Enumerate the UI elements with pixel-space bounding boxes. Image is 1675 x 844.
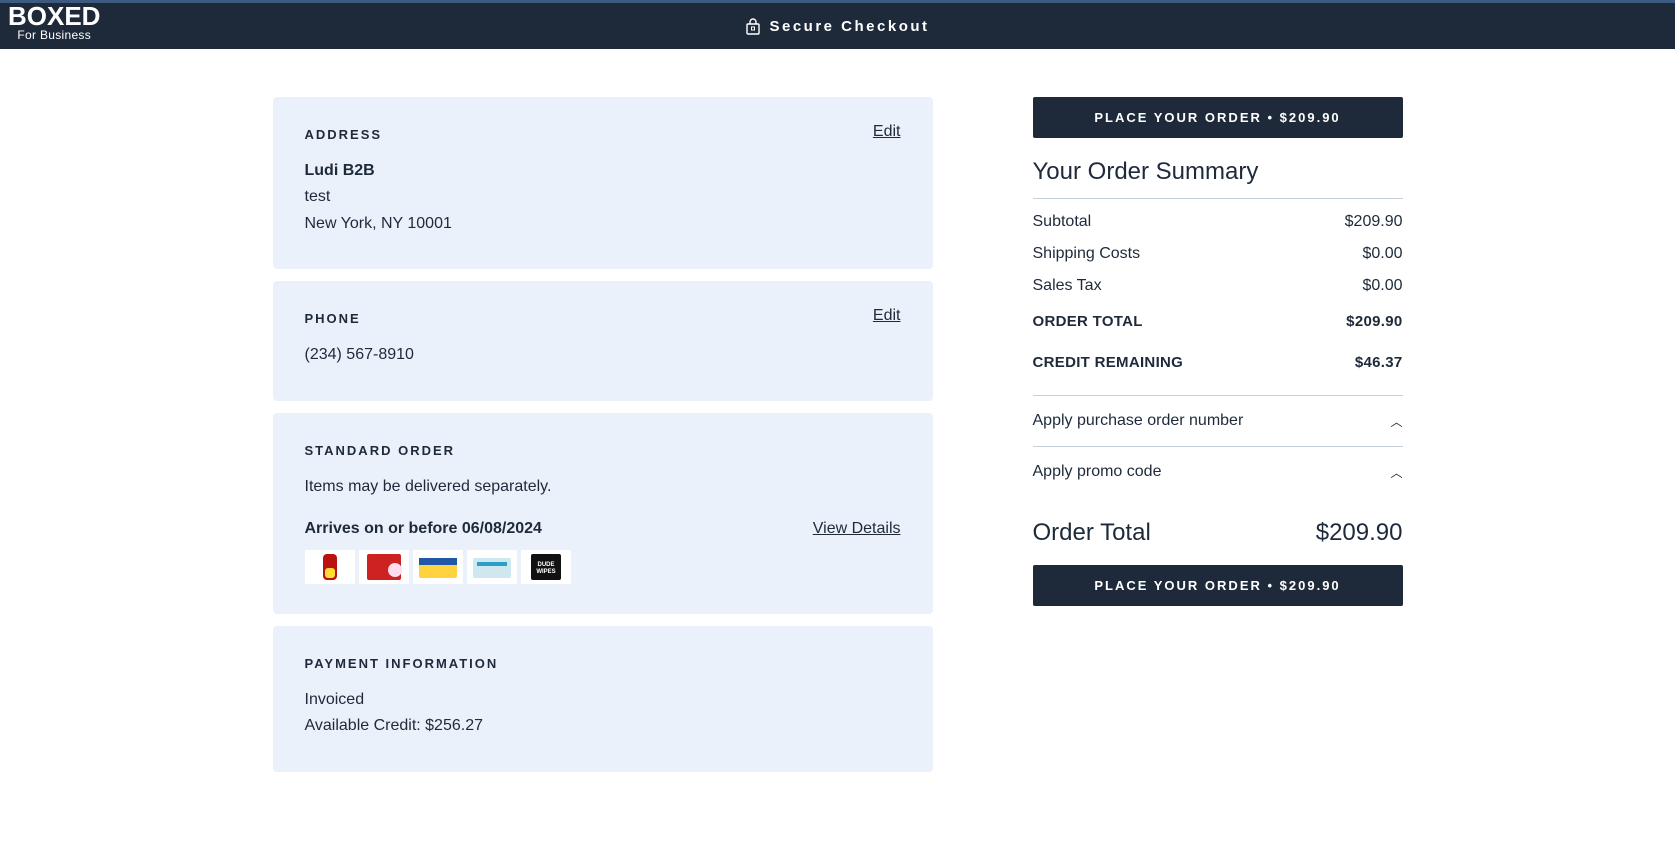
logo[interactable]: BOXED For Business	[8, 3, 100, 41]
summary-tax-row: Sales Tax $0.00	[1033, 277, 1403, 295]
grand-total-value: $209.90	[1316, 519, 1403, 547]
grand-total-label: Order Total	[1033, 519, 1151, 547]
order-arrives: Arrives on or before 06/08/2024	[305, 520, 542, 538]
address-title: ADDRESS	[305, 127, 901, 142]
order-thumbnails: DUDEWIPES	[305, 550, 901, 584]
grand-total-row: Order Total $209.90	[1033, 519, 1403, 547]
order-note: Items may be delivered separately.	[305, 476, 901, 498]
summary-total-row: ORDER TOTAL $209.90	[1033, 313, 1403, 330]
logo-subtext: For Business	[8, 29, 100, 41]
place-order-bottom-button[interactable]: PLACE YOUR ORDER • $209.90	[1033, 565, 1403, 606]
order-item-thumb[interactable]: DUDEWIPES	[521, 550, 571, 584]
top-bar: BOXED For Business Secure Checkout	[0, 0, 1675, 49]
total-value: $209.90	[1346, 313, 1402, 330]
summary-credit-row: CREDIT REMAINING $46.37	[1033, 354, 1403, 371]
address-city: New York, NY 10001	[305, 213, 901, 235]
phone-value: (234) 567-8910	[305, 344, 901, 366]
tax-label: Sales Tax	[1033, 277, 1102, 295]
order-title: STANDARD ORDER	[305, 443, 901, 458]
credit-value: $46.37	[1355, 354, 1403, 371]
payment-card: PAYMENT INFORMATION Invoiced Available C…	[273, 626, 933, 772]
place-order-top-button[interactable]: PLACE YOUR ORDER • $209.90	[1033, 97, 1403, 138]
address-card: ADDRESS Edit Ludi B2B test New York, NY …	[273, 97, 933, 269]
payment-credit: Available Credit: $256.27	[305, 715, 901, 737]
apply-po-label: Apply purchase order number	[1033, 412, 1244, 430]
order-item-thumb[interactable]	[359, 550, 409, 584]
lock-icon	[745, 17, 761, 35]
order-card: STANDARD ORDER Items may be delivered se…	[273, 413, 933, 614]
payment-method: Invoiced	[305, 689, 901, 711]
subtotal-value: $209.90	[1345, 213, 1403, 231]
shipping-value: $0.00	[1362, 245, 1402, 263]
edit-address-link[interactable]: Edit	[873, 123, 901, 141]
address-name: Ludi B2B	[305, 160, 901, 182]
apply-promo-label: Apply promo code	[1033, 463, 1162, 481]
summary-shipping-row: Shipping Costs $0.00	[1033, 245, 1403, 263]
address-line1: test	[305, 186, 901, 208]
shipping-label: Shipping Costs	[1033, 245, 1141, 263]
apply-promo-accordion[interactable]: Apply promo code ︿	[1033, 446, 1403, 497]
order-summary-column: PLACE YOUR ORDER • $209.90 Your Order Su…	[1033, 97, 1403, 784]
checkout-left-column: ADDRESS Edit Ludi B2B test New York, NY …	[273, 97, 933, 784]
order-item-thumb[interactable]	[413, 550, 463, 584]
order-item-thumb[interactable]	[305, 550, 355, 584]
order-arrival-row: Arrives on or before 06/08/2024 View Det…	[305, 520, 901, 538]
summary-subtotal-row: Subtotal $209.90	[1033, 213, 1403, 231]
apply-po-accordion[interactable]: Apply purchase order number ︿	[1033, 395, 1403, 446]
order-item-thumb[interactable]	[467, 550, 517, 584]
tax-value: $0.00	[1362, 277, 1402, 295]
payment-title: PAYMENT INFORMATION	[305, 656, 901, 671]
view-details-link[interactable]: View Details	[813, 520, 901, 538]
chevron-up-icon: ︿	[1390, 464, 1402, 481]
edit-phone-link[interactable]: Edit	[873, 307, 901, 325]
secure-checkout-label: Secure Checkout	[745, 17, 929, 35]
divider	[1033, 198, 1403, 199]
chevron-up-icon: ︿	[1390, 413, 1402, 430]
total-label: ORDER TOTAL	[1033, 313, 1143, 330]
svg-text:DUDE: DUDE	[537, 562, 554, 568]
checkout-page: ADDRESS Edit Ludi B2B test New York, NY …	[0, 49, 1675, 844]
logo-text: BOXED	[8, 3, 100, 29]
phone-title: PHONE	[305, 311, 901, 326]
secure-text: Secure Checkout	[769, 18, 929, 35]
subtotal-label: Subtotal	[1033, 213, 1092, 231]
credit-label: CREDIT REMAINING	[1033, 354, 1184, 371]
phone-card: PHONE Edit (234) 567-8910	[273, 281, 933, 400]
svg-text:WIPES: WIPES	[536, 569, 555, 575]
summary-title: Your Order Summary	[1033, 158, 1403, 186]
